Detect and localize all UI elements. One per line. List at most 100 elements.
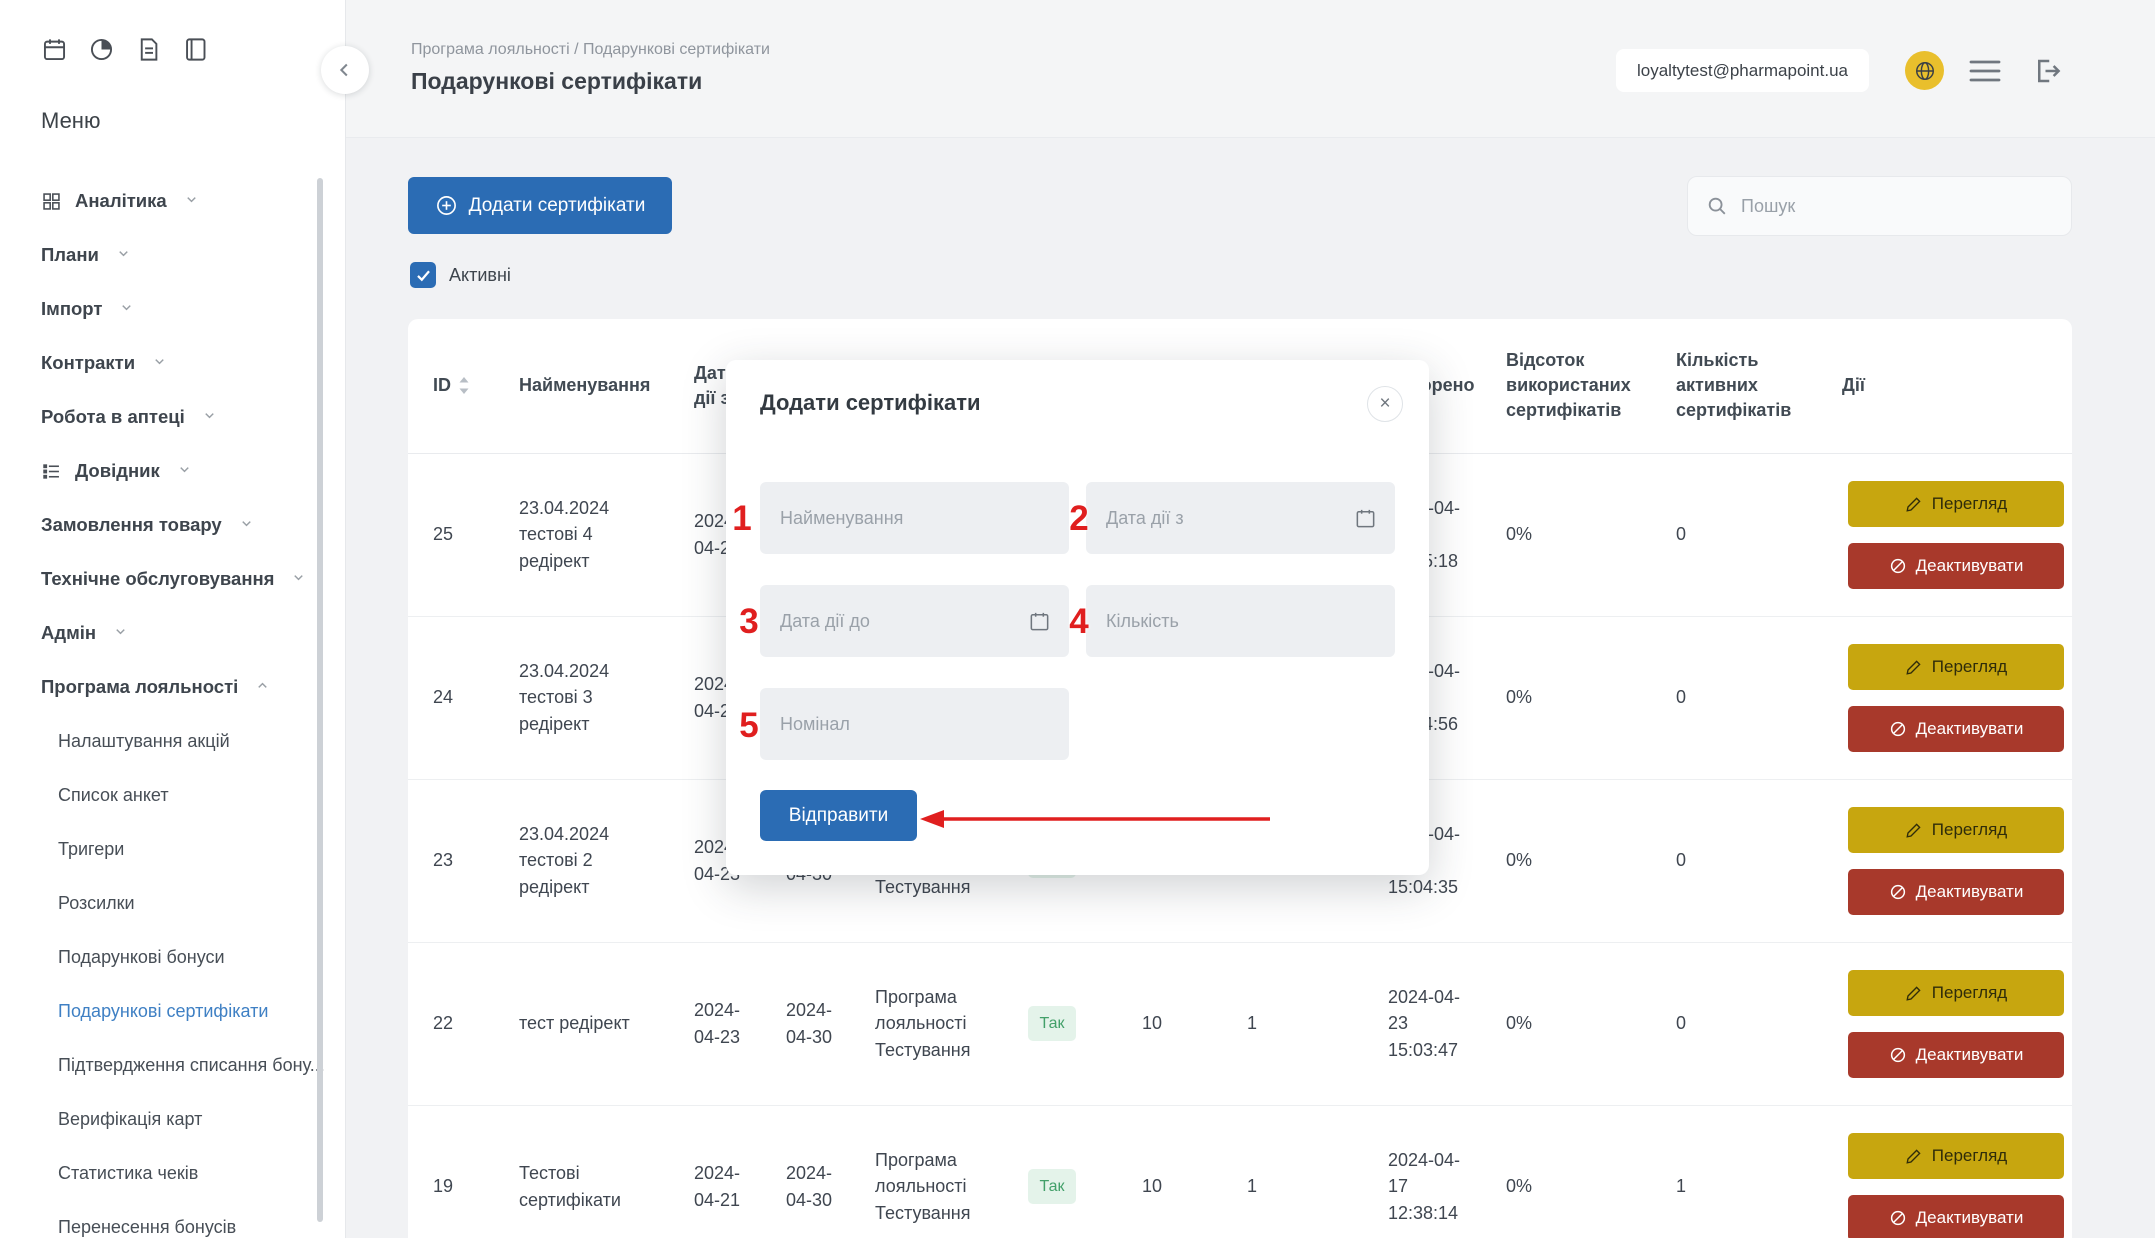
chevron-down-icon <box>113 622 128 644</box>
sidebar-item-contracts[interactable]: Контракти <box>0 336 345 390</box>
sidebar-item-admin[interactable]: Адмін <box>0 606 345 660</box>
name-input[interactable] <box>778 507 1051 530</box>
cell-id: 23 <box>408 779 498 942</box>
sidebar-item-label: Технічне обслуговування <box>41 568 274 590</box>
calendar-icon[interactable] <box>1028 610 1051 633</box>
sidebar-subitem-label: Перенесення бонусів <box>58 1217 236 1238</box>
list-icon <box>41 461 62 482</box>
cell-name: 23.04.2024 тестові 3 редірект <box>498 616 668 779</box>
cell-active-count: 0 <box>1668 942 1828 1105</box>
view-button-label: Перегляд <box>1932 494 2007 514</box>
cell-actions: Перегляд Деактивувати <box>1828 1105 2072 1238</box>
sidebar-item-label: Адмін <box>41 622 96 644</box>
calendar-icon[interactable] <box>1354 507 1377 530</box>
sidebar-item-plans[interactable]: Плани <box>0 228 345 282</box>
deactivate-button-label: Деактивувати <box>1916 556 2024 576</box>
prohibit-icon <box>1889 883 1907 901</box>
sidebar-subitem-bonus-transfer[interactable]: Перенесення бонусів <box>0 1200 345 1238</box>
deactivate-button[interactable]: Деактивувати <box>1848 706 2064 752</box>
pencil-icon <box>1905 821 1923 839</box>
cell-quantity: 1 <box>1202 1105 1302 1238</box>
flag-badge: Так <box>1028 1006 1077 1041</box>
view-button[interactable]: Перегляд <box>1848 481 2064 527</box>
sidebar-collapse-button[interactable] <box>321 46 369 94</box>
cell-id: 25 <box>408 453 498 616</box>
column-header-id[interactable]: ID <box>408 319 498 453</box>
annotation-number-3: 3 <box>739 602 758 642</box>
book-icon[interactable] <box>182 36 209 63</box>
sidebar-item-import[interactable]: Імпорт <box>0 282 345 336</box>
sidebar-subitem-receipt-statistics[interactable]: Статистика чеків <box>0 1146 345 1200</box>
pie-chart-icon[interactable] <box>88 36 115 63</box>
sidebar-subitem-triggers[interactable]: Тригери <box>0 822 345 876</box>
logout-icon <box>2033 56 2063 86</box>
sidebar-subitem-card-verification[interactable]: Верифікація карт <box>0 1092 345 1146</box>
sidebar-item-directory[interactable]: Довідник <box>0 444 345 498</box>
deactivate-button-label: Деактивувати <box>1916 719 2024 739</box>
chevron-down-icon <box>291 568 306 590</box>
flag-badge: Так <box>1028 1169 1077 1204</box>
cell-used-percent: 0% <box>1482 453 1668 616</box>
date-to-input[interactable] <box>778 610 1018 633</box>
menu-heading: Меню <box>41 108 100 134</box>
quantity-field <box>1086 585 1395 657</box>
cell-nominal: 10 <box>1102 942 1202 1105</box>
sidebar-item-maintenance[interactable]: Технічне обслуговування <box>0 552 345 606</box>
sidebar-subitem-gift-certificates[interactable]: Подарункові сертифікати <box>0 984 345 1038</box>
view-button[interactable]: Перегляд <box>1848 1133 2064 1179</box>
cell-active-count: 0 <box>1668 453 1828 616</box>
sidebar-subitem-bonus-writeoff-confirm[interactable]: Підтвердження списання бону... <box>0 1038 345 1092</box>
menu-toggle-button[interactable] <box>1966 57 2004 85</box>
nominal-input[interactable] <box>778 713 1051 736</box>
sidebar-item-loyalty-program[interactable]: Програма лояльності <box>0 660 345 714</box>
view-button[interactable]: Перегляд <box>1848 644 2064 690</box>
sidebar-subitem-mailings[interactable]: Розсилки <box>0 876 345 930</box>
modal-close-button[interactable]: × <box>1367 386 1403 422</box>
column-label: ID <box>433 373 451 398</box>
cell-flag: Так <box>1002 942 1102 1105</box>
sidebar-subitem-label: Подарункові сертифікати <box>58 1001 268 1022</box>
sidebar-scrollbar[interactable] <box>317 178 323 1222</box>
sidebar-top-icons <box>41 36 209 63</box>
quantity-input[interactable] <box>1104 610 1377 633</box>
column-header-active-count: Кількість активних сертифікатів <box>1668 319 1828 453</box>
table-row: 19 Тестові сертифікати 2024-04-21 2024-0… <box>408 1105 2072 1238</box>
sidebar-subitem-questionnaires[interactable]: Список анкет <box>0 768 345 822</box>
search-input[interactable] <box>1739 195 2053 218</box>
plus-circle-icon <box>435 194 458 217</box>
user-email[interactable]: loyaltytest@pharmapoint.ua <box>1616 49 1869 92</box>
cell-date-to: 2024-04-30 <box>760 942 852 1105</box>
sidebar-subitem-gift-bonuses[interactable]: Подарункові бонуси <box>0 930 345 984</box>
annotation-number-2: 2 <box>1069 499 1088 539</box>
sidebar-item-label: Програма лояльності <box>41 676 238 698</box>
deactivate-button[interactable]: Деактивувати <box>1848 1195 2064 1238</box>
sidebar-item-analytics[interactable]: Аналітика <box>0 174 345 228</box>
modal-title: Додати сертифікати <box>760 390 1395 416</box>
sidebar-item-label: Замовлення товару <box>41 514 222 536</box>
add-certificates-button[interactable]: Додати сертифікати <box>408 177 672 234</box>
view-button[interactable]: Перегляд <box>1848 970 2064 1016</box>
cell-id: 24 <box>408 616 498 779</box>
breadcrumb[interactable]: Програма лояльності / Подарункові сертиф… <box>411 41 770 59</box>
view-button[interactable]: Перегляд <box>1848 807 2064 853</box>
deactivate-button[interactable]: Деактивувати <box>1848 543 2064 589</box>
sidebar-subitem-label: Подарункові бонуси <box>58 947 225 968</box>
cell-flag: Так <box>1002 1105 1102 1238</box>
sort-icon[interactable] <box>459 377 469 394</box>
logout-button[interactable] <box>2030 54 2066 88</box>
sidebar-subitem-promo-settings[interactable]: Налаштування акцій <box>0 714 345 768</box>
column-header-name: Найменування <box>498 319 668 453</box>
language-globe-button[interactable] <box>1905 51 1944 90</box>
active-checkbox[interactable] <box>410 262 436 288</box>
nominal-field <box>760 688 1069 760</box>
sidebar-item-goods-order[interactable]: Замовлення товару <box>0 498 345 552</box>
sidebar-item-pharmacy-work[interactable]: Робота в аптеці <box>0 390 345 444</box>
cell-created: 2024-04-17 12:38:14 <box>1302 1105 1482 1238</box>
deactivate-button[interactable]: Деактивувати <box>1848 869 2064 915</box>
calendar-icon[interactable] <box>41 36 68 63</box>
document-icon[interactable] <box>135 36 162 63</box>
deactivate-button[interactable]: Деактивувати <box>1848 1032 2064 1078</box>
search-box <box>1687 176 2072 236</box>
date-from-input[interactable] <box>1104 507 1344 530</box>
submit-button[interactable]: Відправити <box>760 790 917 841</box>
